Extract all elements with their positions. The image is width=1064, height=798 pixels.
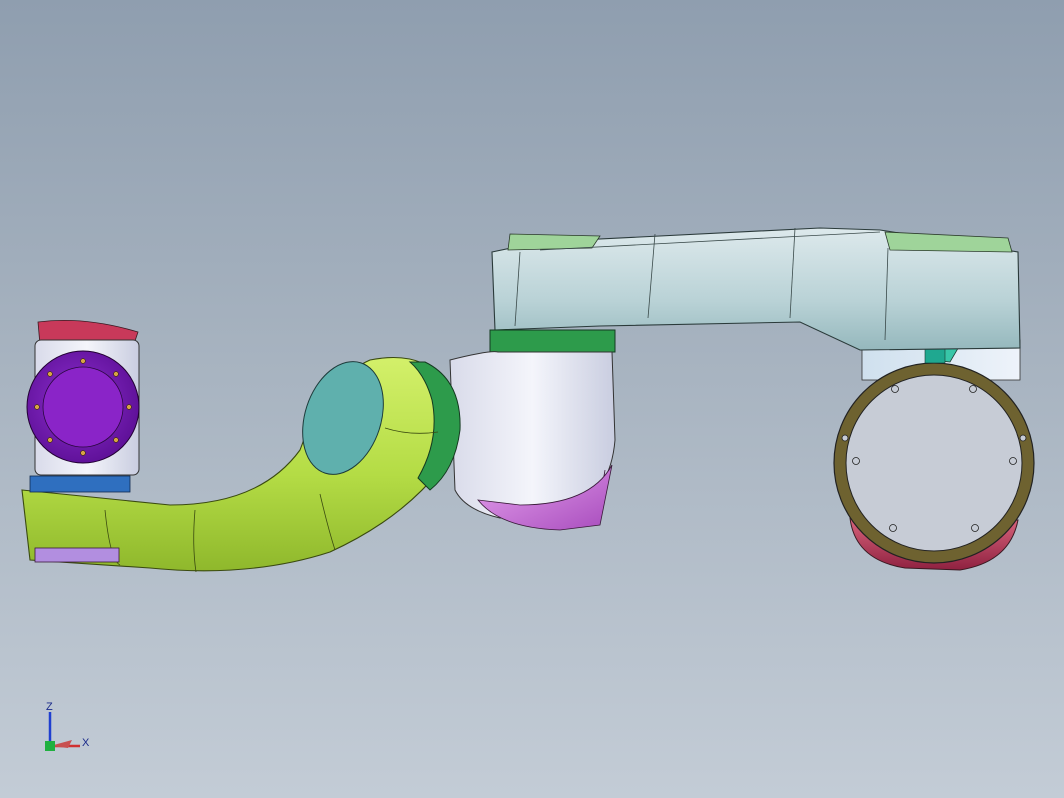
coordinate-triad: Z X bbox=[45, 701, 90, 751]
cad-viewport[interactable]: Z X bbox=[0, 0, 1064, 798]
base-brown-ring bbox=[833, 362, 1035, 564]
elbow-joint[interactable] bbox=[449, 329, 616, 531]
robot-arm-model[interactable]: Z X bbox=[0, 0, 1064, 798]
triad-z-label: Z bbox=[46, 701, 53, 713]
triad-x-label: X bbox=[82, 737, 90, 749]
base-link[interactable] bbox=[833, 329, 1035, 571]
tool-flange bbox=[26, 350, 140, 464]
